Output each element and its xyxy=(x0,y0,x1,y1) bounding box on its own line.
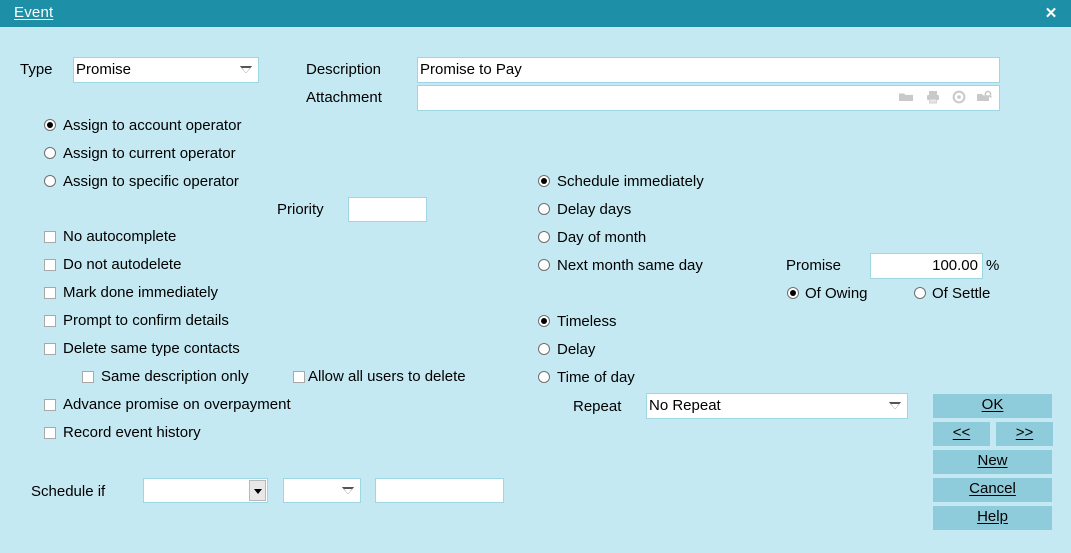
radio-timeless[interactable] xyxy=(538,315,550,327)
checkbox-same-description-only-label: Same description only xyxy=(101,368,249,385)
radio-of-owing-label: Of Owing xyxy=(805,285,868,302)
radio-schedule-immediately[interactable] xyxy=(538,175,550,187)
ok-button[interactable]: OK xyxy=(933,394,1052,418)
checkbox-no-autocomplete-label: No autocomplete xyxy=(63,228,177,245)
radio-schedule-immediately-label: Schedule immediately xyxy=(557,173,704,190)
chevron-down-icon xyxy=(889,402,901,409)
type-combobox[interactable]: Promise xyxy=(73,57,259,83)
repeat-label: Repeat xyxy=(573,398,622,415)
delete-circle-icon[interactable] xyxy=(951,89,967,105)
print-icon[interactable] xyxy=(925,89,941,105)
radio-assign-account-operator[interactable] xyxy=(44,119,56,131)
radio-assign-specific-operator-label: Assign to specific operator xyxy=(63,173,239,190)
next-button-label: >> xyxy=(1015,424,1034,441)
radio-day-of-month-label: Day of month xyxy=(557,229,647,246)
checkbox-mark-done-immediately[interactable] xyxy=(44,287,56,299)
new-button-accel: N xyxy=(977,452,989,469)
checkbox-allow-all-users-to-delete-label: Allow all users to delete xyxy=(308,368,466,385)
radio-time-of-day[interactable] xyxy=(538,371,550,383)
radio-assign-current-operator[interactable] xyxy=(44,147,56,159)
ok-button-rest: K xyxy=(993,396,1004,413)
checkbox-record-event-history[interactable] xyxy=(44,427,56,439)
description-input[interactable]: Promise to Pay xyxy=(417,57,1000,83)
chevron-down-icon xyxy=(342,486,354,494)
folder-search-icon[interactable] xyxy=(976,89,992,105)
schedule-if-operator-combobox[interactable] xyxy=(283,478,361,503)
chevron-down-icon xyxy=(240,66,252,73)
radio-of-settle-label: Of Settle xyxy=(932,285,991,302)
promise-percent-unit: % xyxy=(986,257,1000,274)
checkbox-advance-promise-on-overpayment[interactable] xyxy=(44,399,56,411)
next-button[interactable]: >> xyxy=(996,422,1053,446)
checkbox-prompt-to-confirm-details-label: Prompt to confirm details xyxy=(63,312,229,329)
checkbox-mark-done-immediately-label: Mark done immediately xyxy=(63,284,219,301)
cancel-button-accel: C xyxy=(969,480,980,497)
promise-percent-input[interactable]: 100.00 xyxy=(870,253,983,279)
radio-assign-account-operator-label: Assign to account operator xyxy=(63,117,242,134)
type-label: Type xyxy=(20,61,53,78)
checkbox-allow-all-users-to-delete[interactable] xyxy=(293,371,305,383)
previous-button[interactable]: << xyxy=(933,422,990,446)
checkbox-advance-promise-on-overpayment-label: Advance promise on overpayment xyxy=(63,396,291,413)
schedule-if-field-combobox[interactable] xyxy=(143,478,268,503)
priority-input[interactable] xyxy=(348,197,427,222)
description-label: Description xyxy=(306,61,382,78)
help-button[interactable]: Help xyxy=(933,506,1052,530)
checkbox-delete-same-type-contacts-label: Delete same type contacts xyxy=(63,340,240,357)
radio-delay-days[interactable] xyxy=(538,203,550,215)
checkbox-no-autocomplete[interactable] xyxy=(44,231,56,243)
radio-day-of-month[interactable] xyxy=(538,231,550,243)
folder-open-icon[interactable] xyxy=(898,89,914,105)
attachment-label: Attachment xyxy=(306,89,382,106)
close-icon[interactable]: ✕ xyxy=(1041,4,1061,24)
priority-label: Priority xyxy=(277,201,324,218)
checkbox-delete-same-type-contacts[interactable] xyxy=(44,343,56,355)
radio-of-settle[interactable] xyxy=(914,287,926,299)
repeat-combobox-value: No Repeat xyxy=(649,397,721,414)
radio-next-month-same-day-label: Next month same day xyxy=(557,257,703,274)
cancel-button[interactable]: Cancel xyxy=(933,478,1052,502)
radio-timeless-label: Timeless xyxy=(557,313,617,330)
radio-delay[interactable] xyxy=(538,343,550,355)
type-combobox-value: Promise xyxy=(76,61,132,78)
new-button[interactable]: New xyxy=(933,450,1052,474)
radio-assign-specific-operator[interactable] xyxy=(44,175,56,187)
previous-button-label: << xyxy=(952,424,971,441)
radio-of-owing[interactable] xyxy=(787,287,799,299)
checkbox-same-description-only[interactable] xyxy=(82,371,94,383)
checkbox-prompt-to-confirm-details[interactable] xyxy=(44,315,56,327)
help-button-rest: elp xyxy=(987,508,1008,525)
new-button-rest: ew xyxy=(988,452,1008,469)
window-title: Event xyxy=(14,4,54,21)
radio-next-month-same-day[interactable] xyxy=(538,259,550,271)
schedule-if-label: Schedule if xyxy=(31,483,106,500)
chevron-down-icon[interactable] xyxy=(249,480,266,501)
event-dialog-window: Event ✕ Type Promise Description Promise… xyxy=(0,0,1071,553)
radio-delay-label: Delay xyxy=(557,341,596,358)
title-bar: Event ✕ xyxy=(0,0,1071,27)
radio-time-of-day-label: Time of day xyxy=(557,369,635,386)
repeat-combobox[interactable]: No Repeat xyxy=(646,393,908,419)
radio-assign-current-operator-label: Assign to current operator xyxy=(63,145,236,162)
promise-label: Promise xyxy=(786,257,842,274)
ok-button-accel: O xyxy=(981,396,994,413)
checkbox-record-event-history-label: Record event history xyxy=(63,424,201,441)
schedule-if-value-input[interactable] xyxy=(375,478,504,503)
radio-delay-days-label: Delay days xyxy=(557,201,632,218)
cancel-button-rest: ancel xyxy=(979,480,1016,497)
checkbox-do-not-autodelete-label: Do not autodelete xyxy=(63,256,182,273)
checkbox-do-not-autodelete[interactable] xyxy=(44,259,56,271)
help-button-accel: H xyxy=(977,508,988,525)
